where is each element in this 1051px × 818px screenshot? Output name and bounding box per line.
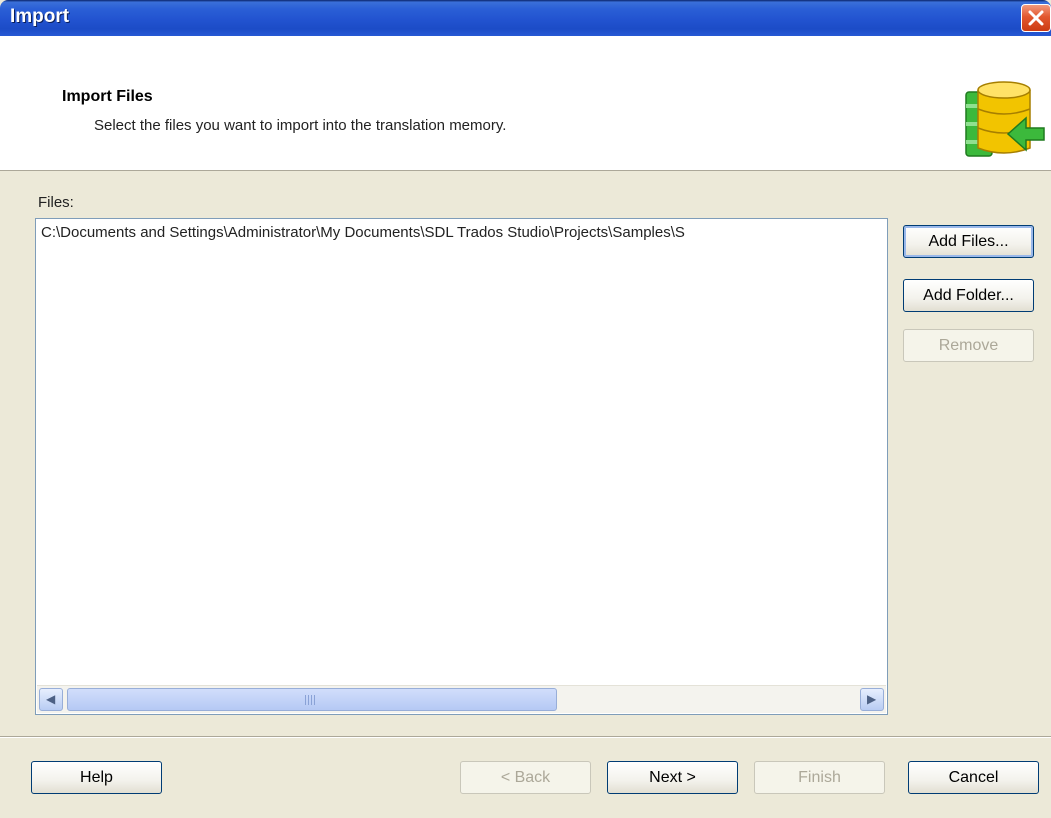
title-bar[interactable]: Import (0, 0, 1051, 36)
remove-button: Remove (903, 329, 1034, 362)
files-listbox[interactable]: C:\Documents and Settings\Administrator\… (35, 218, 888, 715)
scroll-grip-icon (305, 695, 315, 705)
footer-divider (0, 736, 1051, 738)
page-subtitle: Select the files you want to import into… (94, 117, 507, 134)
wizard-header: Import Files Select the files you want t… (0, 36, 1051, 171)
close-icon (1028, 10, 1044, 26)
translation-memory-import-icon (965, 81, 1045, 157)
list-item[interactable]: C:\Documents and Settings\Administrator\… (41, 224, 883, 241)
help-button[interactable]: Help (31, 761, 162, 794)
scroll-thumb[interactable] (67, 688, 557, 711)
cancel-button[interactable]: Cancel (908, 761, 1039, 794)
import-dialog: Import Import Files Select the files you… (0, 0, 1051, 818)
chevron-left-icon: ◀ (46, 692, 56, 706)
files-label: Files: (38, 194, 74, 211)
scroll-left-button[interactable]: ◀ (39, 688, 63, 711)
close-button[interactable] (1021, 4, 1051, 32)
scroll-right-button[interactable]: ▶ (860, 688, 884, 711)
window-title: Import (10, 6, 70, 27)
add-folder-button[interactable]: Add Folder... (903, 279, 1034, 312)
horizontal-scrollbar[interactable]: ◀ ▶ (37, 685, 886, 713)
add-files-button[interactable]: Add Files... (903, 225, 1034, 258)
chevron-right-icon: ▶ (867, 692, 877, 706)
page-title: Import Files (62, 88, 153, 105)
finish-button: Finish (754, 761, 885, 794)
next-button[interactable]: Next > (607, 761, 738, 794)
back-button: < Back (460, 761, 591, 794)
